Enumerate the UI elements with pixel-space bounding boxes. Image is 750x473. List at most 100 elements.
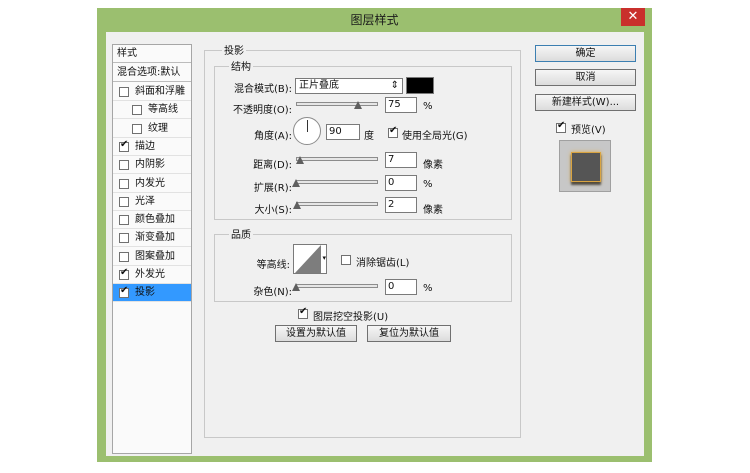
- spread-slider-track[interactable]: [296, 180, 378, 184]
- size-label: 大小(S):: [254, 205, 292, 216]
- distance-slider-track[interactable]: [296, 157, 378, 161]
- opacity-unit: %: [423, 101, 433, 112]
- style-item-label: 内阴影: [135, 159, 165, 171]
- style-item-label: 光泽: [135, 195, 155, 207]
- checkmark-icon: ✔: [120, 138, 129, 150]
- style-list-item[interactable]: 颜色叠加: [113, 211, 191, 230]
- style-list-header: 样式: [113, 45, 191, 63]
- ok-button[interactable]: 确定: [535, 45, 636, 62]
- distance-input[interactable]: 7: [385, 152, 417, 168]
- blend-mode-value: 正片叠底: [299, 80, 339, 91]
- checkmark-icon: ✔: [299, 306, 308, 317]
- style-item-checkbox[interactable]: [119, 87, 129, 97]
- style-list-item[interactable]: 渐变叠加: [113, 229, 191, 248]
- style-list: 样式 混合选项:默认 斜面和浮雕等高线纹理 ✔ 描边内阴影内发光光泽颜色叠加渐变叠加…: [112, 44, 192, 454]
- opacity-label: 不透明度(O):: [232, 105, 292, 116]
- noise-slider-track[interactable]: [296, 284, 378, 288]
- style-list-item[interactable]: ✔ 外发光: [113, 266, 191, 284]
- style-item-label: 图案叠加: [135, 250, 175, 262]
- size-input[interactable]: 2: [385, 197, 417, 213]
- close-icon: ✕: [627, 9, 639, 24]
- style-item-label: 颜色叠加: [135, 214, 175, 226]
- title-bar[interactable]: 图层样式 ✕: [97, 8, 652, 30]
- angle-dial[interactable]: [293, 117, 321, 145]
- blend-options-item[interactable]: 混合选项:默认: [113, 64, 191, 82]
- style-item-label: 斜面和浮雕: [135, 86, 185, 97]
- make-default-button[interactable]: 设置为默认值: [275, 325, 357, 342]
- noise-slider-thumb[interactable]: [292, 283, 300, 291]
- style-item-label: 投影: [135, 287, 155, 299]
- structure-title: 结构: [229, 58, 253, 73]
- style-item-checkbox[interactable]: [132, 105, 142, 116]
- angle-dial-needle: [307, 120, 308, 132]
- style-item-checkbox[interactable]: [132, 123, 142, 134]
- dropdown-arrow-icon[interactable]: ▾: [322, 254, 326, 262]
- style-list-item[interactable]: 光泽: [113, 193, 191, 211]
- style-item-label: 描边: [135, 140, 155, 152]
- style-item-label: 纹理: [148, 122, 168, 134]
- style-item-checkbox[interactable]: [119, 215, 129, 226]
- style-list-item[interactable]: 图案叠加: [113, 248, 191, 266]
- style-item-checkbox[interactable]: ✔: [119, 267, 129, 280]
- new-style-button[interactable]: 新建样式(W)...: [535, 94, 636, 111]
- knockout-label: 图层挖空投影(U): [313, 312, 389, 323]
- style-list-item[interactable]: 等高线: [113, 101, 191, 120]
- opacity-slider-thumb[interactable]: [354, 101, 362, 109]
- preview-swatch: [571, 152, 601, 182]
- blend-mode-select[interactable]: 正片叠底 ⇕: [295, 78, 403, 94]
- style-item-checkbox[interactable]: [119, 178, 129, 189]
- anti-alias-label: 消除锯齿(L): [356, 258, 410, 269]
- angle-input[interactable]: 90: [326, 124, 360, 140]
- spread-input[interactable]: 0: [385, 175, 417, 191]
- size-unit: 像素: [423, 205, 443, 216]
- opacity-input[interactable]: 75: [385, 97, 417, 113]
- checkmark-icon: ✔: [557, 120, 566, 131]
- angle-label: 角度(A):: [253, 131, 292, 142]
- distance-slider-thumb[interactable]: [296, 156, 304, 164]
- reset-default-button[interactable]: 复位为默认值: [367, 325, 451, 342]
- close-button[interactable]: ✕: [621, 8, 645, 26]
- size-slider-track[interactable]: [296, 202, 378, 206]
- style-item-checkbox[interactable]: ✔: [119, 285, 129, 299]
- opacity-slider-track[interactable]: [296, 102, 378, 106]
- contour-picker[interactable]: ▾: [293, 244, 327, 274]
- checkmark-icon: ✔: [120, 267, 129, 278]
- knockout-checkbox[interactable]: ✔: [298, 306, 308, 319]
- blend-mode-label: 混合模式(B):: [233, 84, 292, 95]
- style-item-label: 外发光: [135, 269, 165, 280]
- style-list-item[interactable]: ✔ 投影: [113, 284, 191, 303]
- style-item-label: 等高线: [148, 104, 178, 116]
- contour-curve-icon: [295, 245, 321, 273]
- style-item-label: 渐变叠加: [135, 232, 175, 244]
- global-light-label: 使用全局光(G): [402, 131, 468, 142]
- spread-label: 扩展(R):: [253, 183, 292, 194]
- style-list-item[interactable]: 纹理: [113, 120, 191, 138]
- style-preview-box: [559, 140, 611, 192]
- size-slider-thumb[interactable]: [293, 201, 301, 209]
- style-list-item[interactable]: 内发光: [113, 175, 191, 193]
- style-item-label: 内发光: [135, 177, 165, 189]
- style-list-item[interactable]: 内阴影: [113, 156, 191, 175]
- spread-slider-thumb[interactable]: [292, 179, 300, 187]
- style-item-checkbox[interactable]: ✔: [119, 138, 129, 152]
- anti-alias-checkbox[interactable]: [341, 255, 351, 265]
- style-item-checkbox[interactable]: [119, 251, 129, 262]
- preview-checkbox[interactable]: ✔: [556, 120, 566, 133]
- window-title: 图层样式: [350, 13, 399, 27]
- global-light-checkbox[interactable]: ✔: [388, 125, 398, 138]
- noise-unit: %: [423, 283, 433, 294]
- quality-title: 品质: [229, 226, 253, 241]
- style-list-item[interactable]: ✔ 描边: [113, 138, 191, 156]
- style-item-checkbox[interactable]: [119, 233, 129, 244]
- checkmark-icon: ✔: [120, 285, 129, 297]
- style-list-item[interactable]: 斜面和浮雕: [113, 83, 191, 101]
- noise-input[interactable]: 0: [385, 279, 417, 295]
- shadow-color-swatch[interactable]: [406, 77, 434, 94]
- checkmark-icon: ✔: [389, 125, 398, 136]
- style-item-checkbox[interactable]: [119, 196, 129, 207]
- style-item-checkbox[interactable]: [119, 160, 129, 171]
- angle-unit: 度: [364, 131, 374, 142]
- cancel-button[interactable]: 取消: [535, 69, 636, 86]
- distance-label: 距离(D):: [253, 160, 292, 171]
- preview-label: 预览(V): [571, 125, 606, 136]
